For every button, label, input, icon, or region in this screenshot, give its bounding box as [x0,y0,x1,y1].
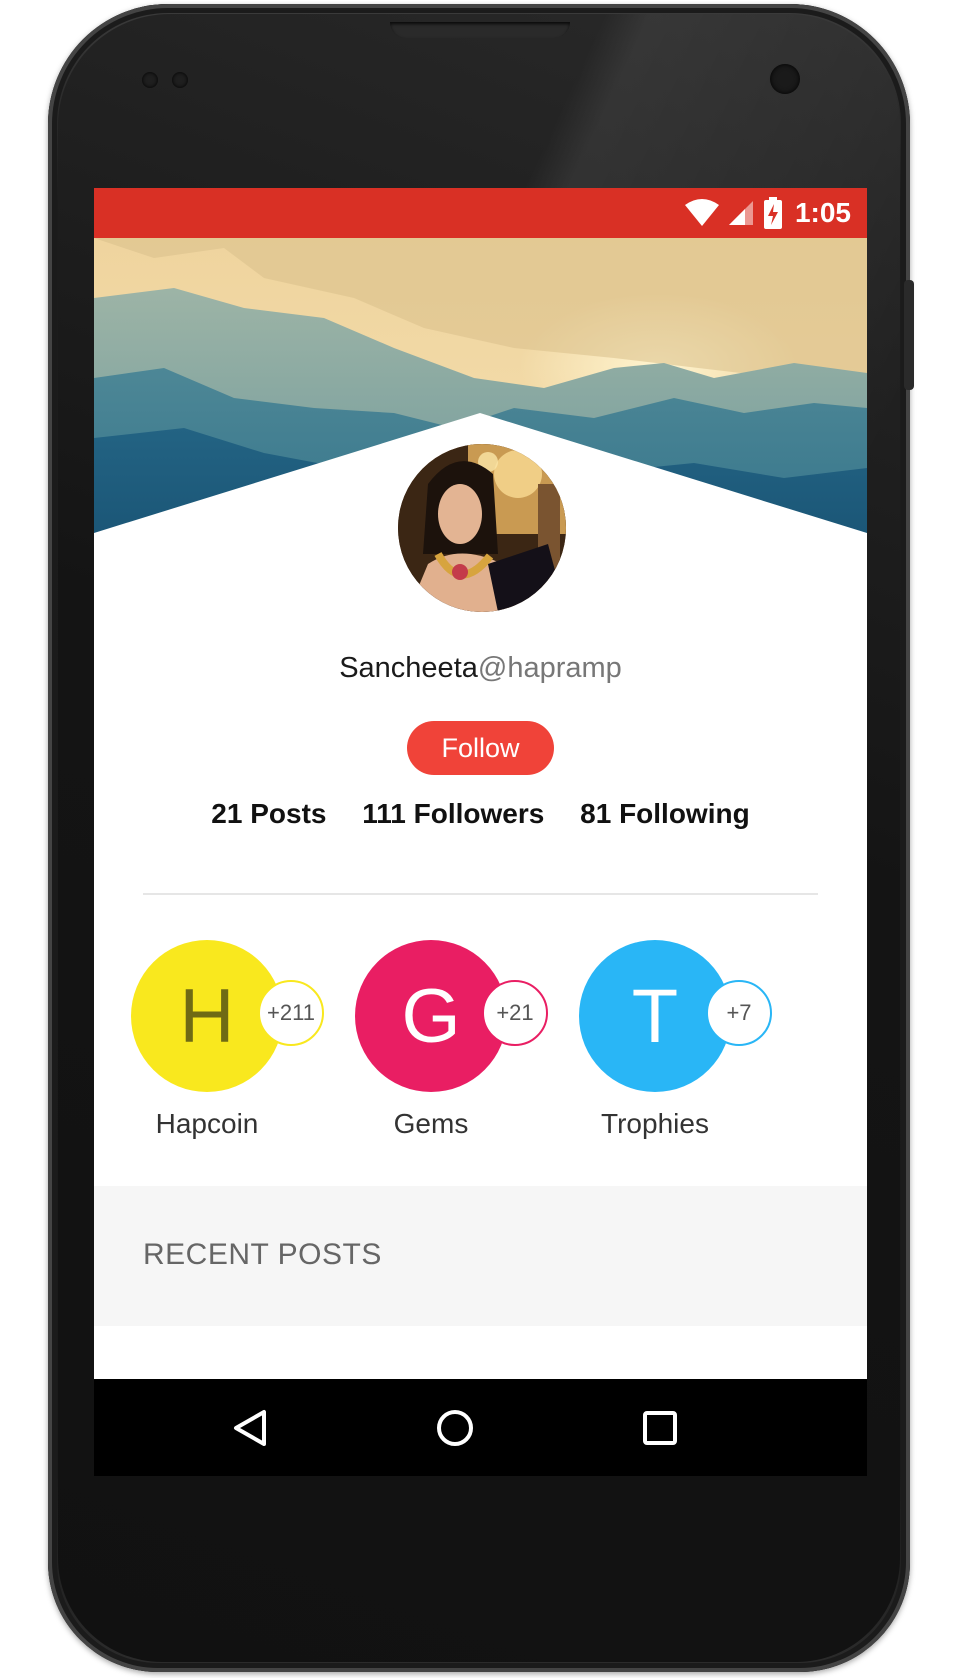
profile-stats: 21 Posts 111 Followers 81 Following [94,798,867,830]
battery-charging-icon [763,197,782,229]
navigation-bar [94,1379,867,1476]
recent-posts-title: RECENT POSTS [143,1238,382,1271]
badge-trophies[interactable]: T +7 Trophies [579,940,779,1140]
avatar-photo [398,444,566,612]
light-sensor [172,72,188,88]
badge-gems[interactable]: G +21 Gems [355,940,555,1140]
badge-label: Trophies [601,1108,709,1139]
divider [143,893,818,895]
cell-signal-icon [728,201,753,225]
recents-icon[interactable] [635,1403,685,1453]
profile-avatar[interactable] [398,444,566,612]
status-time: 1:05 [794,197,851,228]
profile-name: Sancheeta [339,652,478,684]
recent-posts-section: RECENT POSTS [94,1186,867,1326]
home-icon[interactable] [430,1403,480,1453]
profile-name-line: Sancheeta@hapramp [94,652,867,685]
back-icon[interactable] [225,1403,275,1453]
profile-handle[interactable]: @hapramp [478,652,622,684]
posts-count[interactable]: 21 Posts [211,798,326,829]
badge-label: Hapcoin [155,1108,259,1139]
badge-count: +211 [258,980,324,1046]
wifi-icon [684,199,719,226]
status-bar: 1:05 [94,188,867,238]
screen: 1:05 Sancheeta@hapramp Follow 21 Posts 1… [94,188,867,1476]
badge-label: Gems [393,1108,469,1139]
badge-count: +7 [706,980,772,1046]
power-button[interactable] [904,280,914,390]
follow-button[interactable]: Follow [407,721,554,775]
followers-count[interactable]: 111 Followers [362,798,544,829]
earpiece-speaker [390,22,570,38]
badge-count: +21 [482,980,548,1046]
badge-hapcoin[interactable]: H +211 Hapcoin [131,940,331,1140]
following-count[interactable]: 81 Following [580,798,750,829]
proximity-sensor [142,72,158,88]
front-camera [770,64,800,94]
